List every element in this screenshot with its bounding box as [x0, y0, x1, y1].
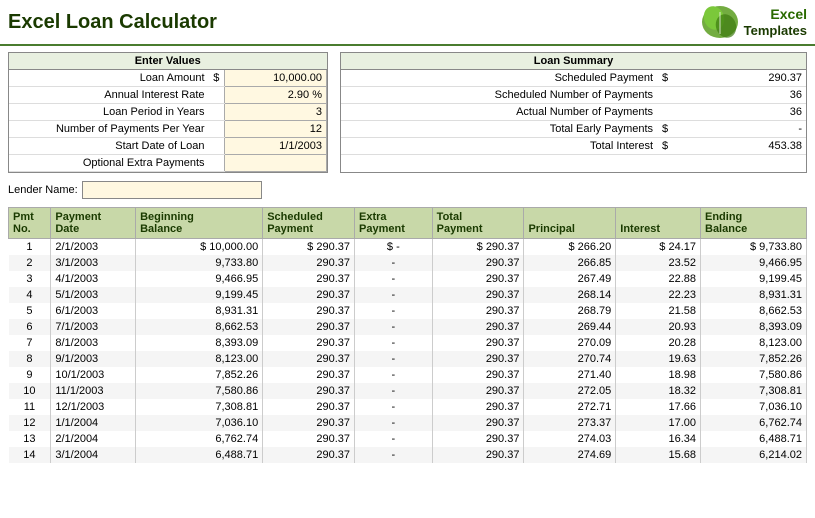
actual-num-label: Actual Number of Payments	[341, 104, 657, 121]
total-interest-dollar: $	[657, 138, 673, 155]
col-header-pmt-no: PmtNo.	[9, 208, 51, 239]
loan-period-value[interactable]: 3	[225, 104, 327, 121]
table-header-row: PmtNo. PaymentDate BeginningBalance Sche…	[9, 208, 807, 239]
actual-num-value: 36	[673, 104, 806, 121]
table-row: 910/1/20037,852.26290.37-290.37271.4018.…	[9, 367, 807, 383]
payment-table: PmtNo. PaymentDate BeginningBalance Sche…	[8, 207, 807, 463]
logo-templates: Templates	[744, 23, 807, 39]
logo-leaf-icon	[700, 4, 740, 40]
table-row: 56/1/20038,931.31290.37-290.37268.7921.5…	[9, 303, 807, 319]
total-interest-label: Total Interest	[341, 138, 657, 155]
num-payments-dollar	[209, 121, 225, 138]
table-row: 132/1/20046,762.74290.37-290.37274.0316.…	[9, 431, 807, 447]
interest-rate-label: Annual Interest Rate	[9, 87, 209, 104]
sched-payment-dollar: $	[657, 70, 673, 87]
lender-label: Lender Name:	[8, 184, 78, 196]
col-header-interest: Interest	[616, 208, 701, 239]
interest-rate-dollar	[209, 87, 225, 104]
loan-period-dollar	[209, 104, 225, 121]
table-row: 1112/1/20037,308.81290.37-290.37272.7117…	[9, 399, 807, 415]
extra-payments-value[interactable]	[225, 155, 327, 172]
col-header-principal: Principal	[524, 208, 616, 239]
input-section: Enter Values Loan Amount $ 10,000.00 Ann…	[8, 52, 328, 173]
early-payments-dollar: $	[657, 121, 673, 138]
input-section-header: Enter Values	[9, 53, 327, 70]
sched-payment-label: Scheduled Payment	[341, 70, 657, 87]
table-row: 121/1/20047,036.10290.37-290.37273.3717.…	[9, 415, 807, 431]
payment-table-wrapper: PmtNo. PaymentDate BeginningBalance Sche…	[8, 207, 807, 463]
summary-row-early-payments: Total Early Payments $ -	[341, 121, 806, 138]
extra-payments-label: Optional Extra Payments	[9, 155, 209, 172]
input-row-start-date: Start Date of Loan 1/1/2003	[9, 138, 327, 155]
input-row-interest-rate: Annual Interest Rate 2.90 %	[9, 87, 327, 104]
table-row: 89/1/20038,123.00290.37-290.37270.7419.6…	[9, 351, 807, 367]
summary-row-sched-num-payments: Scheduled Number of Payments 36	[341, 87, 806, 104]
col-header-payment-date: PaymentDate	[51, 208, 136, 239]
logo-excel: Excel	[744, 6, 807, 23]
loan-period-label: Loan Period in Years	[9, 104, 209, 121]
interest-rate-value[interactable]: 2.90 %	[225, 87, 327, 104]
app-title: Excel Loan Calculator	[8, 11, 217, 34]
actual-num-dollar	[657, 104, 673, 121]
input-row-loan-amount: Loan Amount $ 10,000.00	[9, 70, 327, 87]
early-payments-label: Total Early Payments	[341, 121, 657, 138]
total-interest-value: 453.38	[673, 138, 806, 155]
loan-amount-value[interactable]: 10,000.00	[225, 70, 327, 87]
lender-input[interactable]	[82, 181, 262, 199]
summary-row-total-interest: Total Interest $ 453.38	[341, 138, 806, 155]
table-row: 143/1/20046,488.71290.37-290.37274.6915.…	[9, 447, 807, 463]
col-header-end-balance: EndingBalance	[701, 208, 807, 239]
top-section: Enter Values Loan Amount $ 10,000.00 Ann…	[8, 52, 807, 173]
start-date-label: Start Date of Loan	[9, 138, 209, 155]
col-header-sched-payment: ScheduledPayment	[263, 208, 355, 239]
sched-payment-value: 290.37	[673, 70, 806, 87]
start-date-value[interactable]: 1/1/2003	[225, 138, 327, 155]
table-row: 1011/1/20037,580.86290.37-290.37272.0518…	[9, 383, 807, 399]
summary-section: Loan Summary Scheduled Payment $ 290.37 …	[340, 52, 807, 173]
table-row: 78/1/20038,393.09290.37-290.37270.0920.2…	[9, 335, 807, 351]
table-row: 67/1/20038,662.53290.37-290.37269.4420.9…	[9, 319, 807, 335]
num-payments-label: Number of Payments Per Year	[9, 121, 209, 138]
sched-num-dollar	[657, 87, 673, 104]
lender-row: Lender Name:	[8, 181, 807, 199]
main-content: Enter Values Loan Amount $ 10,000.00 Ann…	[0, 46, 815, 469]
input-row-num-payments: Number of Payments Per Year 12	[9, 121, 327, 138]
summary-section-header: Loan Summary	[341, 53, 806, 70]
col-header-extra-payment: ExtraPayment	[355, 208, 433, 239]
loan-amount-label: Loan Amount	[9, 70, 209, 87]
table-row: 23/1/20039,733.80290.37-290.37266.8523.5…	[9, 255, 807, 271]
summary-row-actual-num-payments: Actual Number of Payments 36	[341, 104, 806, 121]
start-date-dollar	[209, 138, 225, 155]
table-row: 45/1/20039,199.45290.37-290.37268.1422.2…	[9, 287, 807, 303]
table-row: 34/1/20039,466.95290.37-290.37267.4922.8…	[9, 271, 807, 287]
logo-area: Excel Templates	[700, 4, 807, 40]
extra-payments-dollar	[209, 155, 225, 172]
loan-amount-dollar: $	[209, 70, 225, 87]
summary-row-scheduled-payment: Scheduled Payment $ 290.37	[341, 70, 806, 87]
logo-text: Excel Templates	[744, 6, 807, 38]
early-payments-value: -	[673, 121, 806, 138]
input-row-loan-period: Loan Period in Years 3	[9, 104, 327, 121]
col-header-total-payment: TotalPayment	[432, 208, 524, 239]
num-payments-value[interactable]: 12	[225, 121, 327, 138]
col-header-beg-balance: BeginningBalance	[136, 208, 263, 239]
table-row: 12/1/2003$ 10,000.00$ 290.37$ -$ 290.37$…	[9, 239, 807, 256]
app-header: Excel Loan Calculator Excel Templates	[0, 0, 815, 46]
sched-num-value: 36	[673, 87, 806, 104]
input-row-extra-payments: Optional Extra Payments	[9, 155, 327, 172]
sched-num-label: Scheduled Number of Payments	[341, 87, 657, 104]
